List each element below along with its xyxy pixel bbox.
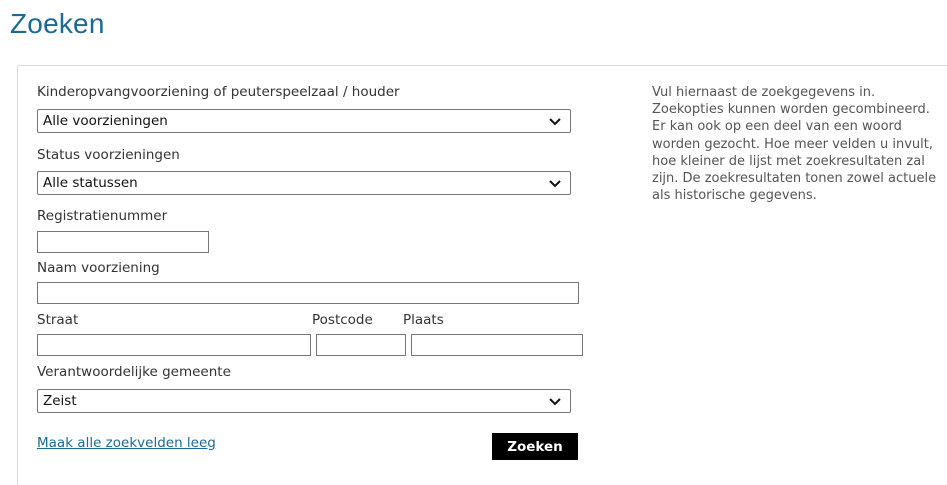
chevron-down-icon [549, 118, 561, 126]
street-input[interactable] [37, 334, 311, 356]
postcode-label: Postcode [312, 312, 373, 328]
status-label: Status voorzieningen [37, 147, 180, 163]
chevron-down-icon [549, 398, 561, 406]
registration-label: Registratienummer [37, 208, 168, 224]
postcode-input[interactable] [316, 334, 406, 356]
search-button[interactable]: Zoeken [492, 433, 578, 460]
city-input[interactable] [411, 334, 583, 356]
facility-select[interactable]: Alle voorzieningen [37, 109, 571, 133]
registration-input[interactable] [37, 231, 209, 253]
status-select[interactable]: Alle statussen [37, 171, 571, 195]
name-input[interactable] [37, 282, 579, 304]
status-select-value: Alle statussen [43, 175, 138, 191]
help-text: Vul hiernaast de zoekgegevens in. Zoekop… [652, 85, 937, 204]
clear-fields-link[interactable]: Maak alle zoekvelden leeg [37, 435, 216, 451]
facility-select-value: Alle voorzieningen [43, 113, 168, 129]
street-label: Straat [37, 312, 79, 328]
name-label: Naam voorziening [37, 260, 160, 276]
facility-label: Kinderopvangvoorziening of peuterspeelza… [37, 84, 400, 100]
municipality-select-value: Zeist [43, 393, 77, 409]
chevron-down-icon [549, 180, 561, 188]
city-label: Plaats [403, 312, 444, 328]
municipality-label: Verantwoordelijke gemeente [37, 364, 231, 380]
municipality-select[interactable]: Zeist [37, 389, 571, 413]
page-title: Zoeken [10, 8, 105, 39]
